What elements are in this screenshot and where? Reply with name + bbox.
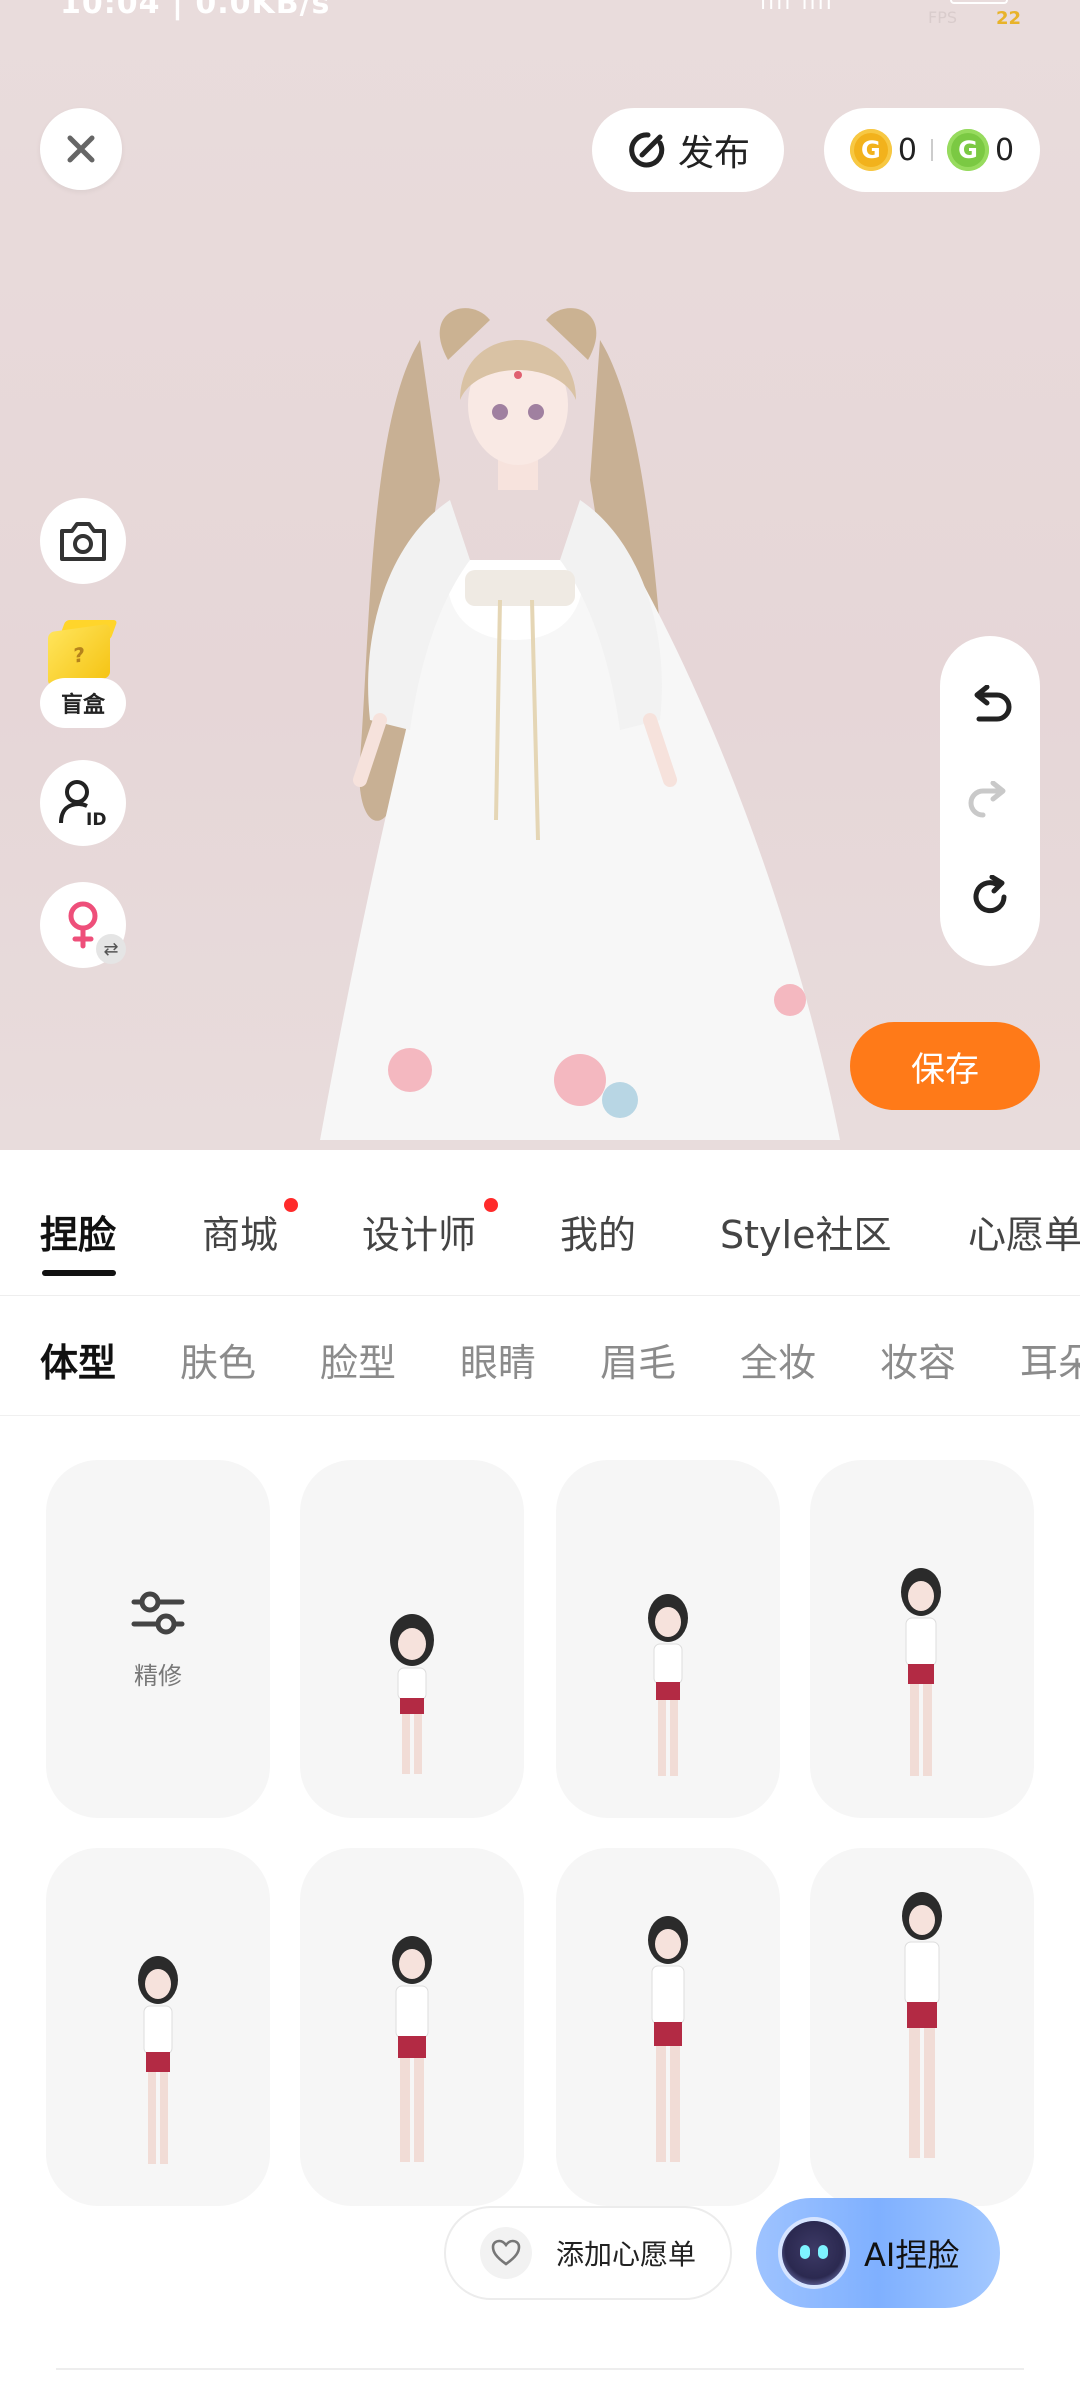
refine-card[interactable]: 精修 xyxy=(46,1460,270,1818)
tab-face-edit[interactable]: 捏脸 xyxy=(40,1204,116,1259)
green-coin-count: 0 xyxy=(995,132,1015,168)
swap-icon: ⇄ xyxy=(96,934,126,964)
body-type-option[interactable] xyxy=(300,1460,524,1818)
redo-icon xyxy=(968,781,1006,818)
camera-button[interactable] xyxy=(40,498,126,584)
undo-icon xyxy=(974,685,1012,722)
tab-store[interactable]: 商城 xyxy=(202,1204,278,1259)
gold-coin-icon: G xyxy=(849,129,892,171)
publish-button[interactable]: 发布 xyxy=(592,108,784,192)
active-tab-indicator xyxy=(42,1270,116,1276)
ai-robot-icon xyxy=(782,2221,846,2285)
tab-style-community[interactable]: Style社区 xyxy=(720,1204,891,1259)
tab-mine[interactable]: 我的 xyxy=(560,1204,636,1259)
blind-box-label: 盲盒 xyxy=(40,678,126,728)
close-button[interactable] xyxy=(40,108,122,190)
subtab-eyebrows[interactable]: 眉毛 xyxy=(600,1332,676,1387)
ai-face-button[interactable]: AI捏脸 xyxy=(756,2198,1000,2308)
close-icon xyxy=(67,135,95,163)
body-preview-figure xyxy=(390,1614,434,1774)
avatar-model xyxy=(320,308,840,1140)
tab-wishlist[interactable]: 心愿单 xyxy=(968,1204,1080,1259)
status-time: 10:04 | 0.0KB/s xyxy=(60,0,331,21)
reset-icon xyxy=(973,875,1007,914)
add-wishlist-label: 添加心愿单 xyxy=(555,2238,696,2271)
body-preview-figure xyxy=(902,1892,942,2158)
subtab-face-shape[interactable]: 脸型 xyxy=(320,1332,396,1387)
body-type-option[interactable] xyxy=(810,1848,1034,2206)
undo-button[interactable] xyxy=(965,680,1015,730)
avatar-stage[interactable]: 10:04 | 0.0KB/s ıııl ıııl FPS 22 发布 G 0 … xyxy=(0,0,1080,1150)
coin-divider xyxy=(931,139,933,161)
body-preview-figure xyxy=(138,1956,178,2164)
bottom-divider xyxy=(56,2368,1024,2370)
subtab-ears[interactable]: 耳朵 xyxy=(1020,1332,1080,1387)
body-type-option[interactable] xyxy=(46,1848,270,2206)
signal-icon: ıııl ıııl xyxy=(760,0,834,15)
sliders-icon xyxy=(131,1591,185,1634)
publish-label: 发布 xyxy=(677,133,750,174)
status-bar: 10:04 | 0.0KB/s ıııl ıııl FPS 22 xyxy=(0,0,1080,34)
avatar-id-button[interactable]: ID xyxy=(40,760,126,846)
history-panel xyxy=(940,636,1040,966)
body-type-option[interactable] xyxy=(810,1460,1034,1818)
refine-label: 精修 xyxy=(134,1661,182,1690)
battery-icon xyxy=(950,0,1008,4)
tab-designer[interactable]: 设计师 xyxy=(362,1204,476,1259)
gender-switch-button[interactable]: ⇄ xyxy=(40,882,126,968)
subtab-skin-color[interactable]: 肤色 xyxy=(180,1332,256,1387)
camera-icon xyxy=(60,522,106,561)
body-preview-figure xyxy=(901,1568,941,1776)
subtab-eyes[interactable]: 眼睛 xyxy=(460,1332,536,1387)
body-preview-figure xyxy=(648,1594,688,1776)
redo-button[interactable] xyxy=(965,776,1015,826)
body-preview-figure xyxy=(392,1936,432,2162)
subtab-body-type[interactable]: 体型 xyxy=(40,1332,116,1387)
coin-balance[interactable]: G 0 G 0 xyxy=(824,108,1040,192)
body-type-option[interactable] xyxy=(556,1848,780,2206)
publish-icon xyxy=(629,132,665,168)
user-id-icon: ID xyxy=(59,780,106,829)
category-tab-bar: 体型 肤色 脸型 眼睛 眉毛 全妆 妆容 耳朵 xyxy=(0,1296,1080,1416)
ai-face-label: AI捏脸 xyxy=(864,2236,960,2274)
main-tab-bar: 捏脸 商城 设计师 我的 Style社区 心愿单 xyxy=(0,1150,1080,1296)
body-preview-figure xyxy=(648,1916,688,2162)
store-notification-dot xyxy=(284,1198,298,1212)
heart-icon xyxy=(479,2227,532,2279)
body-type-option[interactable] xyxy=(556,1460,780,1818)
reset-button[interactable] xyxy=(965,872,1015,922)
add-wishlist-button[interactable]: 添加心愿单 xyxy=(444,2206,732,2300)
save-button[interactable]: 保存 xyxy=(850,1022,1040,1110)
fps-label: FPS xyxy=(928,8,958,27)
subtab-full-makeup[interactable]: 全妆 xyxy=(740,1332,816,1387)
blind-box-button[interactable]: ? 盲盒 xyxy=(40,620,126,730)
fps-value: 22 xyxy=(996,8,1022,29)
subtab-makeup[interactable]: 妆容 xyxy=(880,1332,956,1387)
body-type-option[interactable] xyxy=(300,1848,524,2206)
svg-text:ID: ID xyxy=(86,810,106,829)
gold-coin-count: 0 xyxy=(897,132,917,168)
blind-box-icon: ? xyxy=(48,623,110,687)
green-coin-icon: G xyxy=(947,129,989,171)
designer-notification-dot xyxy=(484,1198,498,1212)
